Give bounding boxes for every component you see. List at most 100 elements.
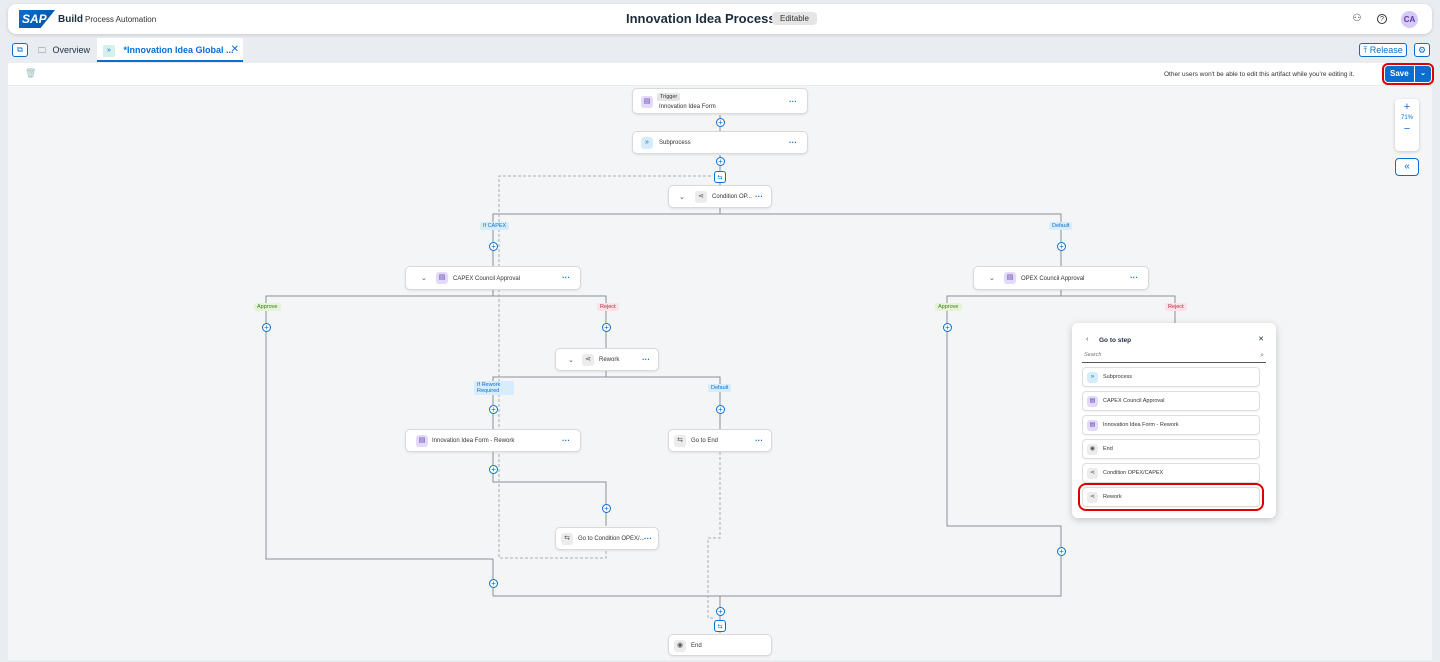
- step-option-form-rework[interactable]: ▤ Innovation Idea Form - Rework: [1082, 415, 1260, 435]
- goto-condition-node[interactable]: ⇆ Go to Condition OPEX/... ···: [555, 527, 659, 550]
- goto-end-node[interactable]: ⇆ Go to End ···: [668, 429, 772, 452]
- condition-icon: ⋖: [1087, 492, 1098, 503]
- chevron-down-icon[interactable]: ⌄: [679, 193, 685, 201]
- goto-target-icon: ⇆: [714, 620, 726, 632]
- subprocess-icon: »: [103, 44, 115, 57]
- end-icon: ◉: [674, 640, 686, 652]
- end-icon: ◉: [1087, 444, 1098, 455]
- form-icon: ▤: [1004, 272, 1016, 284]
- save-button[interactable]: Save ⌄: [1382, 63, 1434, 85]
- add-step-icon[interactable]: +: [1057, 547, 1066, 556]
- branch-label: Reject: [597, 303, 619, 311]
- back-icon[interactable]: ‹: [1086, 336, 1088, 343]
- add-step-icon[interactable]: +: [489, 405, 498, 414]
- collapse-panel-button[interactable]: «: [1395, 158, 1419, 176]
- step-option-label: Condition OPEX/CAPEX: [1103, 470, 1164, 476]
- zoom-out-button[interactable]: −: [1395, 123, 1419, 135]
- settings-icon[interactable]: ⚙: [1414, 43, 1430, 57]
- more-icon[interactable]: ···: [562, 436, 570, 445]
- zoom-in-button[interactable]: +: [1395, 101, 1419, 113]
- add-step-icon[interactable]: +: [489, 579, 498, 588]
- more-icon[interactable]: ···: [642, 355, 650, 364]
- condition-node[interactable]: ⌄ ⋖ Condition OP... ···: [668, 185, 772, 208]
- chevron-down-icon[interactable]: ⌄: [1414, 66, 1426, 82]
- subprocess-node[interactable]: » Subprocess ···: [632, 131, 808, 154]
- search-input[interactable]: Search ⌕: [1082, 352, 1266, 363]
- zoom-control: + 71% −: [1395, 99, 1419, 151]
- step-option-label: Rework: [1103, 494, 1122, 500]
- product-name: Build: [58, 14, 83, 25]
- end-label: End: [691, 643, 702, 649]
- avatar[interactable]: CA: [1401, 11, 1418, 28]
- more-icon[interactable]: ···: [1130, 273, 1138, 282]
- branch-label-line2: Required: [477, 388, 500, 394]
- popover-title: Go to step: [1099, 337, 1132, 344]
- release-label: Release: [1369, 45, 1403, 55]
- trigger-node[interactable]: ▤ Trigger Innovation Idea Form ···: [632, 88, 808, 114]
- branch-label: Approve: [254, 303, 281, 311]
- subprocess-icon: »: [641, 137, 653, 149]
- form-icon: ▤: [416, 435, 428, 447]
- help-icon[interactable]: ?: [1377, 14, 1387, 24]
- add-step-icon[interactable]: +: [1057, 242, 1066, 251]
- tab-overview[interactable]: 🗀 Overview: [36, 38, 96, 62]
- form-rework-node[interactable]: ▤ Innovation Idea Form - Rework ···: [405, 429, 581, 452]
- add-step-icon[interactable]: +: [262, 323, 271, 332]
- add-step-icon[interactable]: +: [716, 607, 725, 616]
- condition-label: Condition OP...: [712, 194, 752, 200]
- add-step-icon[interactable]: +: [716, 118, 725, 127]
- opex-approval-node[interactable]: ⌄ ▤ OPEX Council Approval ···: [973, 266, 1149, 290]
- tab-bar: ⧉ 🗀 Overview » *Innovation Idea Global .…: [8, 38, 1432, 62]
- tab-active-label: *Innovation Idea Global ...: [123, 45, 234, 55]
- step-option-label: Subprocess: [1103, 374, 1133, 380]
- editor-toolbar: 🗑 Other users won't be able to edit this…: [8, 63, 1434, 85]
- search-icon: ⌕: [1260, 352, 1264, 359]
- add-step-icon[interactable]: +: [716, 405, 725, 414]
- add-step-icon[interactable]: +: [602, 323, 611, 332]
- close-icon[interactable]: ✕: [1258, 335, 1264, 343]
- more-icon[interactable]: ···: [562, 273, 570, 282]
- add-step-icon[interactable]: +: [602, 504, 611, 513]
- chevron-down-icon[interactable]: ⌄: [568, 356, 574, 364]
- step-option-rework[interactable]: ⋖ Rework: [1078, 483, 1264, 511]
- edit-lock-message: Other users won't be able to edit this a…: [1164, 71, 1355, 78]
- step-option-condition[interactable]: ⋖ Condition OPEX/CAPEX: [1082, 463, 1260, 483]
- add-step-icon[interactable]: +: [716, 157, 725, 166]
- rework-label: Rework: [599, 357, 620, 363]
- chevron-down-icon[interactable]: ⌄: [421, 274, 427, 282]
- end-node[interactable]: ◉ End: [668, 634, 772, 656]
- more-icon[interactable]: ···: [789, 97, 797, 106]
- delete-icon[interactable]: 🗑: [25, 68, 36, 79]
- more-icon[interactable]: ···: [789, 138, 797, 147]
- capex-label: CAPEX Council Approval: [453, 276, 521, 282]
- tab-active-process[interactable]: » *Innovation Idea Global ... ✕: [97, 38, 243, 62]
- add-step-icon[interactable]: +: [943, 323, 952, 332]
- condition-icon: ⋖: [582, 354, 594, 366]
- search-placeholder: Search: [1084, 352, 1102, 358]
- process-canvas[interactable]: ▤ Trigger Innovation Idea Form ··· + » S…: [8, 86, 1432, 660]
- zoom-level[interactable]: 71%: [1395, 115, 1419, 121]
- capex-approval-node[interactable]: ⌄ ▤ CAPEX Council Approval ···: [405, 266, 581, 290]
- release-button[interactable]: ⤒ Release: [1359, 43, 1407, 57]
- tab-overview-label: Overview: [52, 45, 91, 55]
- rework-node[interactable]: ⌄ ⋖ Rework ···: [555, 348, 659, 371]
- sap-logo[interactable]: SAP: [19, 10, 55, 28]
- add-step-icon[interactable]: +: [489, 465, 498, 474]
- trigger-tag: Trigger: [657, 93, 681, 101]
- form-icon: ▤: [436, 272, 448, 284]
- more-icon[interactable]: ···: [755, 436, 763, 445]
- chevron-down-icon[interactable]: ⌄: [989, 274, 995, 282]
- notifications-icon[interactable]: ⚇: [1351, 13, 1363, 25]
- add-step-icon[interactable]: +: [489, 242, 498, 251]
- step-option-capex[interactable]: ▤ CAPEX Council Approval: [1082, 391, 1260, 411]
- branch-label: If CAPEX: [480, 222, 510, 230]
- shell-bar: SAP Build Process Automation Innovation …: [8, 4, 1432, 34]
- more-icon[interactable]: ···: [644, 534, 652, 543]
- form-icon: ▤: [1087, 396, 1098, 407]
- step-option-end[interactable]: ◉ End: [1082, 439, 1260, 459]
- more-icon[interactable]: ···: [755, 192, 763, 201]
- step-option-subprocess[interactable]: » Subprocess: [1082, 367, 1260, 387]
- close-icon[interactable]: ✕: [231, 38, 239, 62]
- project-switch-icon[interactable]: ⧉: [12, 43, 28, 57]
- goto-icon: ⇆: [561, 533, 573, 545]
